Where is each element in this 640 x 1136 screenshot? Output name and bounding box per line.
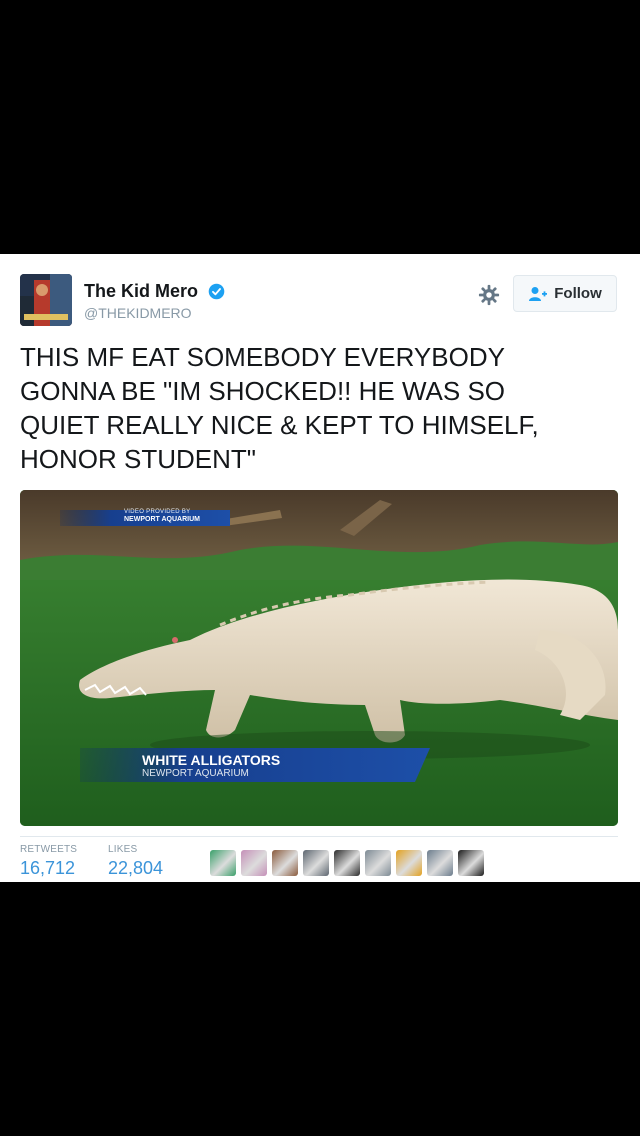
avatar[interactable]: [20, 274, 72, 326]
letterbox-bottom: [0, 882, 640, 1136]
alligator-image: [20, 490, 618, 826]
liker-avatar[interactable]: [303, 850, 329, 876]
add-user-icon: [529, 286, 548, 301]
retweets-count[interactable]: 16,712: [20, 858, 75, 879]
liker-avatar[interactable]: [427, 850, 453, 876]
chyron-subtitle: NEWPORT AQUARIUM: [142, 768, 249, 779]
likes-label: LIKES: [108, 844, 138, 855]
chyron-provided-by: VIDEO PROVIDED BY: [124, 509, 191, 515]
author-handle[interactable]: @THEKIDMERO: [84, 305, 192, 321]
chyron-title: WHITE ALLIGATORS: [142, 752, 281, 768]
liker-avatar[interactable]: [334, 850, 360, 876]
follow-button[interactable]: Follow: [513, 275, 617, 312]
liker-avatar[interactable]: [241, 850, 267, 876]
verified-badge-icon: [208, 283, 225, 300]
follow-label: Follow: [554, 285, 602, 302]
liker-avatar[interactable]: [458, 850, 484, 876]
liker-avatar[interactable]: [272, 850, 298, 876]
tweet-card: The Kid Mero @THEKIDMERO Follow THIS MF …: [0, 254, 640, 882]
stats-divider: [20, 836, 618, 837]
likes-count[interactable]: 22,804: [108, 858, 163, 879]
retweets-label: RETWEETS: [20, 844, 78, 855]
liker-avatar[interactable]: [210, 850, 236, 876]
chyron-source: NEWPORT AQUARIUM: [124, 516, 200, 523]
tweet-media[interactable]: VIDEO PROVIDED BY NEWPORT AQUARIUM WHITE…: [20, 490, 618, 826]
liker-avatar[interactable]: [365, 850, 391, 876]
author-name[interactable]: The Kid Mero: [84, 281, 198, 302]
letterbox-top: [0, 0, 640, 254]
tweet-text: THIS MF EAT SOMEBODY EVERYBODY GONNA BE …: [20, 342, 539, 474]
gear-icon[interactable]: [478, 284, 500, 306]
liker-avatar[interactable]: [396, 850, 422, 876]
liker-avatars: [210, 850, 484, 876]
